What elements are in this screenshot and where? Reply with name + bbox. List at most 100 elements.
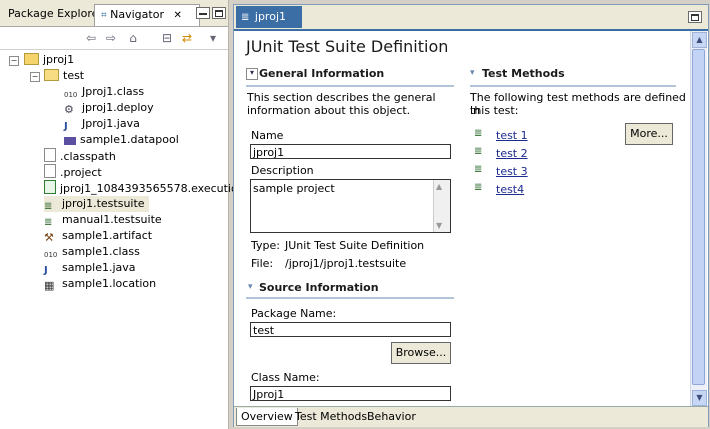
collapse-toggle-icon[interactable]: − xyxy=(30,72,40,82)
editor-page-tabs: Overview Test Methods Behavior xyxy=(234,406,708,427)
tree-item-label: jproj1_1084393565578.execution xyxy=(60,182,245,195)
view-menu-chevron-down-icon[interactable]: ▾ xyxy=(206,31,220,45)
scroll-down-icon[interactable]: ▼ xyxy=(436,221,442,230)
tree-item[interactable]: Jsample1.java xyxy=(44,260,136,276)
tree-item[interactable]: ≣ manual1.testsuite xyxy=(44,212,162,228)
java-file-icon: J xyxy=(44,265,48,276)
tree-item-label: jproj1 xyxy=(43,53,75,66)
tree-item[interactable]: sample1.datapool xyxy=(64,132,179,148)
artifact-icon: ⚒ xyxy=(44,231,54,244)
name-field[interactable]: jproj1 xyxy=(250,144,451,159)
close-icon[interactable]: ✕ xyxy=(173,10,181,21)
section-heading-test-methods: Test Methods xyxy=(482,67,565,80)
tree-item-label: Jproj1.java xyxy=(82,117,140,130)
tree-item-label: Jproj1.class xyxy=(82,85,145,98)
more-button[interactable]: More... xyxy=(625,123,673,145)
tab-test-methods[interactable]: Test Methods xyxy=(291,408,371,425)
scroll-thumb[interactable] xyxy=(692,49,705,385)
editor-tab-jproj1[interactable]: ≣ jproj1 ✕ xyxy=(236,6,302,46)
description-value: sample project xyxy=(253,182,335,195)
section-collapse-chevron-icon[interactable]: ▾ xyxy=(248,282,253,292)
tree-item-label: manual1.testsuite xyxy=(62,213,162,226)
navigator-toolbar: ⇦ ⇨ ⌂ ⊟ ⇄ ▾ xyxy=(0,27,228,50)
tree-item-label: .classpath xyxy=(60,150,116,163)
tree-item[interactable]: ⚙ jproj1.deploy xyxy=(64,100,154,116)
minimize-button[interactable] xyxy=(196,7,210,19)
file-icon xyxy=(44,164,56,178)
collapse-toggle-icon[interactable]: − xyxy=(9,56,19,66)
tree-item-label: sample1.class xyxy=(62,245,140,258)
file-value: /jproj1/jproj1.testsuite xyxy=(285,257,407,270)
tree-item[interactable]: jproj1_1084393565578.execution xyxy=(44,180,245,196)
tree-item[interactable]: .classpath xyxy=(44,148,116,164)
test-method-icon: ≣ xyxy=(474,128,483,139)
up-folder-icon[interactable]: ⌂ xyxy=(126,31,140,45)
section-divider xyxy=(246,297,454,299)
file-label: File: xyxy=(251,257,274,270)
project-folder-icon xyxy=(24,53,39,65)
name-label: Name xyxy=(251,129,284,142)
forward-arrow-icon[interactable]: ⇨ xyxy=(104,31,118,45)
tab-package-explorer[interactable]: Package Explorer xyxy=(2,4,103,24)
tree-item-label: jproj1.testsuite xyxy=(62,197,145,210)
tree-item[interactable]: ⚒ sample1.artifact xyxy=(44,228,152,244)
testsuite-icon: ≣ xyxy=(44,217,53,228)
editor-vertical-scrollbar[interactable]: ▲ ▼ xyxy=(690,31,707,407)
tree-item[interactable]: .project xyxy=(44,164,102,180)
maximize-button[interactable] xyxy=(212,7,226,19)
datapool-icon xyxy=(64,137,76,145)
scroll-up-icon[interactable]: ▲ xyxy=(436,182,442,191)
textarea-scrollbar[interactable]: ▲ ▼ xyxy=(433,180,450,232)
tab-behavior[interactable]: Behavior xyxy=(363,408,420,425)
package-name-label: Package Name: xyxy=(251,307,337,320)
page-title: JUnit Test Suite Definition xyxy=(246,37,449,56)
section-description: This section describes the general xyxy=(247,91,436,104)
tree-item-label: jproj1.deploy xyxy=(82,101,154,114)
description-label: Description xyxy=(251,164,314,177)
test-method-icon: ≣ xyxy=(474,164,483,175)
deploy-icon: ⚙ xyxy=(64,103,74,116)
test-method-icon: ≣ xyxy=(474,146,483,157)
section-heading-source: Source Information xyxy=(259,281,379,294)
link-with-editor-icon[interactable]: ⇄ xyxy=(180,31,194,45)
test-method-link[interactable]: test4 xyxy=(496,183,524,196)
back-arrow-icon[interactable]: ⇦ xyxy=(84,31,98,45)
test-method-link[interactable]: test 1 xyxy=(496,129,528,142)
scroll-up-icon[interactable]: ▲ xyxy=(692,32,707,48)
test-method-link[interactable]: test 2 xyxy=(496,147,528,160)
section-divider xyxy=(470,85,676,87)
tree-item-label: sample1.java xyxy=(62,261,136,274)
browse-button[interactable]: Browse... xyxy=(391,342,451,364)
class-name-label: Class Name: xyxy=(251,371,320,384)
description-textarea[interactable]: sample project ▲ ▼ xyxy=(250,179,451,233)
tree-item[interactable]: 010 Jproj1.class xyxy=(64,84,144,100)
section-collapse-chevron-icon[interactable]: ▾ xyxy=(246,68,258,80)
section-divider xyxy=(246,85,454,87)
section-collapse-chevron-icon[interactable]: ▾ xyxy=(470,68,475,78)
tab-navigator[interactable]: ⌗ Navigator ✕ xyxy=(94,4,200,26)
location-icon: ▦ xyxy=(44,279,55,292)
maximize-button[interactable] xyxy=(688,11,702,23)
section-description: information about this object. xyxy=(247,104,411,117)
tree-item[interactable]: test xyxy=(44,68,84,84)
tree-item[interactable]: jproj1 xyxy=(24,52,74,68)
testsuite-editor: ≣ jproj1 ✕ JUnit Test Suite Definition ▾… xyxy=(233,4,709,427)
class-name-field[interactable]: Jproj1 xyxy=(250,386,451,401)
tree-item-label: .project xyxy=(60,166,102,179)
tree-item[interactable]: 010 sample1.class xyxy=(44,244,140,260)
scroll-down-icon[interactable]: ▼ xyxy=(692,390,707,406)
type-value: JUnit Test Suite Definition xyxy=(285,239,425,252)
tree-item[interactable]: ▦ sample1.location xyxy=(44,276,156,292)
editor-tab-label: jproj1 xyxy=(254,10,286,23)
tab-overview[interactable]: Overview xyxy=(236,408,298,426)
java-file-icon: J xyxy=(64,121,68,132)
package-name-field[interactable]: test xyxy=(250,322,451,337)
file-icon xyxy=(44,148,56,162)
test-method-link[interactable]: test 3 xyxy=(496,165,528,178)
collapse-all-icon[interactable]: ⊟ xyxy=(160,31,174,45)
section-heading-general: General Information xyxy=(259,67,385,80)
tree-item-selected[interactable]: ≣ jproj1.testsuite xyxy=(44,196,149,212)
tree-item[interactable]: J Jproj1.java xyxy=(64,116,140,132)
section-description: this test: xyxy=(470,104,519,117)
editor-form: JUnit Test Suite Definition ▾ General In… xyxy=(234,31,690,407)
